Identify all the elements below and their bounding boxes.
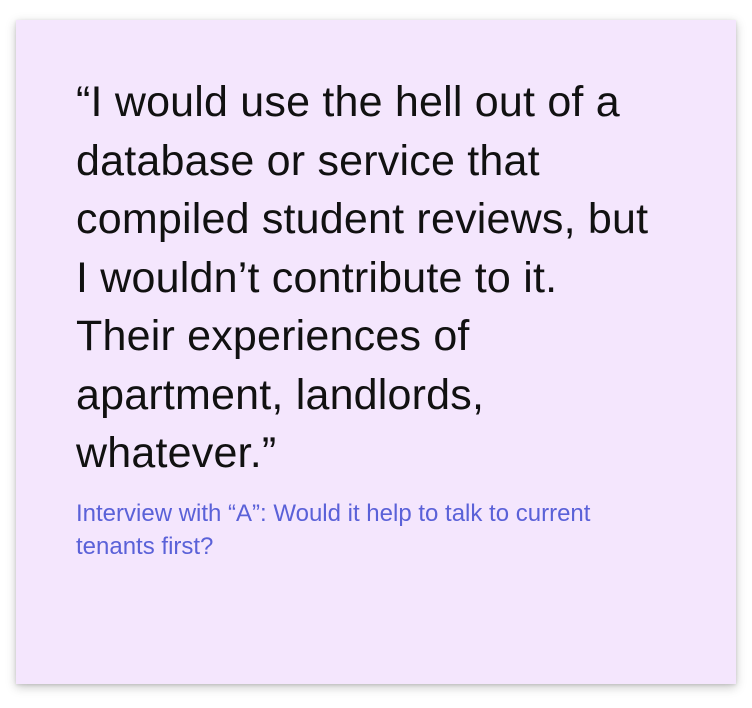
interview-caption: Interview with “A”: Would it help to tal…: [76, 499, 591, 560]
quote-card: “I would use the hell out of a database …: [16, 20, 736, 684]
quote-text: “I would use the hell out of a database …: [76, 78, 649, 477]
